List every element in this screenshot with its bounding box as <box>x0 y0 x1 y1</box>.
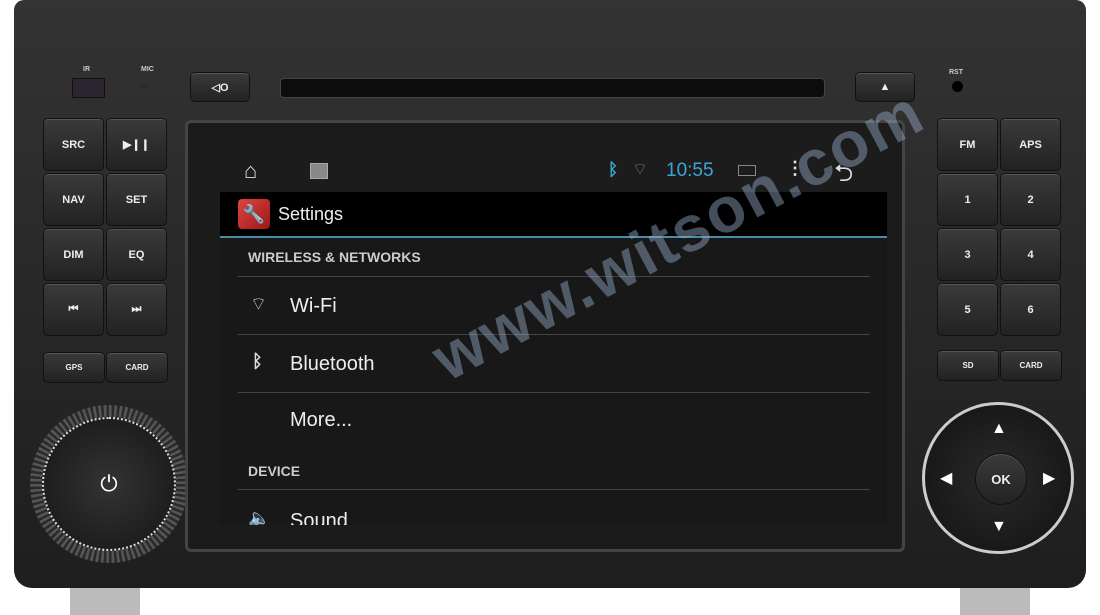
back-icon[interactable]: ⮌ <box>834 156 853 197</box>
clock: 10:55 <box>666 160 714 181</box>
screenshot-icon[interactable] <box>738 165 756 176</box>
section-header-device: DEVICE <box>248 463 301 479</box>
ir-sensor <box>72 78 105 98</box>
left-panel-button-5[interactable]: EQ <box>106 228 167 281</box>
dpad-right-button[interactable]: ▶ <box>1043 468 1055 488</box>
right-panel-button-4[interactable]: 3 <box>937 228 998 281</box>
settings-item-more[interactable]: More... <box>220 393 887 449</box>
right-panel-button-7[interactable]: 6 <box>1000 283 1061 336</box>
ir-label: IR <box>83 66 90 73</box>
settings-item-label: Bluetooth <box>290 353 375 375</box>
action-bar-divider <box>220 236 887 238</box>
card-button-left[interactable]: CARD <box>106 352 168 383</box>
settings-item-label: More... <box>290 409 353 431</box>
mount-bracket <box>960 585 1030 615</box>
mic-icon: ⁘ <box>139 80 150 94</box>
card-button-right[interactable]: CARD <box>1000 350 1062 381</box>
home-icon[interactable]: ⌂ <box>244 158 257 184</box>
power-button[interactable]: ⏻ <box>42 417 176 551</box>
left-panel-button-1[interactable]: ▶❙❙ <box>106 118 167 171</box>
left-panel-button-2[interactable]: NAV <box>43 173 104 226</box>
cd-slot <box>280 78 825 98</box>
rst-label: RST <box>949 69 963 76</box>
bluetooth-status-icon: ᛒ <box>608 160 619 179</box>
menu-icon[interactable]: ⋮ <box>786 158 804 179</box>
section-header-wireless: WIRELESS & NETWORKS <box>248 249 421 265</box>
right-panel-button-1[interactable]: APS <box>1000 118 1061 171</box>
mode-button[interactable]: ◁O <box>190 72 250 102</box>
mount-bracket <box>70 585 140 615</box>
reset-button[interactable] <box>952 81 963 92</box>
left-panel-button-7[interactable]: ⏭ <box>106 283 167 336</box>
right-panel-button-6[interactable]: 5 <box>937 283 998 336</box>
right-panel-button-5[interactable]: 4 <box>1000 228 1061 281</box>
gps-button[interactable]: GPS <box>43 352 105 383</box>
settings-item-sound[interactable]: 🔈 Sound <box>220 490 887 525</box>
left-panel-button-3[interactable]: SET <box>106 173 167 226</box>
left-panel-button-6[interactable]: ⏮ <box>43 283 104 336</box>
android-screen: ⌂ ᛒ ⌔ 10:55 ⋮ ⮌ 🔧 Settings WIRELESS & NE… <box>220 150 887 525</box>
dpad-left-button[interactable]: ◀ <box>940 468 952 488</box>
wifi-status-icon: ⌔ <box>632 160 648 179</box>
speaker-icon: 🔈 <box>248 508 271 525</box>
gallery-icon[interactable] <box>310 163 328 179</box>
settings-item-label: Wi-Fi <box>290 295 337 317</box>
right-panel-button-2[interactable]: 1 <box>937 173 998 226</box>
wifi-icon: ⌔ <box>250 294 267 314</box>
eject-button[interactable]: ▲ <box>855 72 915 102</box>
action-bar-title: Settings <box>278 204 344 224</box>
right-panel-button-3[interactable]: 2 <box>1000 173 1061 226</box>
action-bar: 🔧 Settings <box>220 192 887 237</box>
bluetooth-icon: ᛒ <box>252 351 263 371</box>
dpad-down-button[interactable]: ▼ <box>991 518 1007 536</box>
ok-button[interactable]: OK <box>975 453 1027 505</box>
settings-app-icon[interactable]: 🔧 <box>238 199 270 229</box>
left-panel-button-4[interactable]: DIM <box>43 228 104 281</box>
settings-item-label: Sound <box>290 510 348 525</box>
settings-item-bluetooth[interactable]: ᛒ Bluetooth <box>220 335 887 391</box>
status-bar: ⌂ ᛒ ⌔ 10:55 ⋮ ⮌ <box>220 150 887 192</box>
right-panel-button-0[interactable]: FM <box>937 118 998 171</box>
settings-item-wifi[interactable]: ⌔ Wi-Fi <box>220 277 887 333</box>
sd-button[interactable]: SD <box>937 350 999 381</box>
mic-label: MIC <box>141 66 154 73</box>
left-panel-button-0[interactable]: SRC <box>43 118 104 171</box>
dpad-up-button[interactable]: ▲ <box>991 420 1007 438</box>
